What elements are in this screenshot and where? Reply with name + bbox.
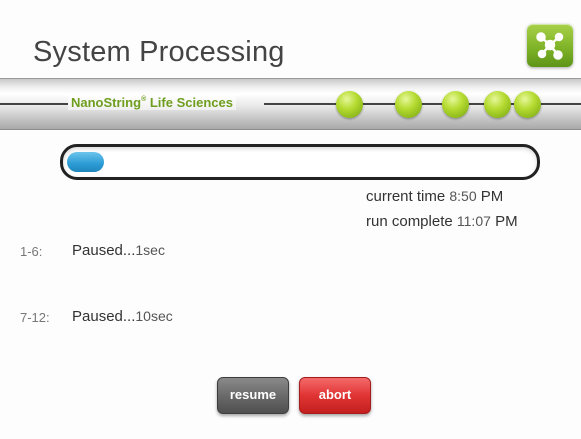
current-time-label: current time [366,188,446,205]
brand-band: NanoString® Life Sciences [0,78,581,130]
lane-status-text: Paused... [72,242,136,259]
step-dot [395,91,422,118]
lane-status-time: 1sec [135,242,165,258]
step-dot [336,91,363,118]
processing-screen: System Processing NanoString® Life Scien… [0,0,581,439]
brand-mark: ® [141,96,147,103]
progress-bar [60,144,540,180]
current-time-value: 8:50 [449,188,477,204]
lane-label: 1-6: [20,244,43,259]
run-complete-value: 11:07 [456,213,491,229]
lane-status: Paused...10sec [72,308,173,325]
brand-logo: NanoString® Life Sciences [68,95,236,110]
progress-fill [67,152,104,172]
current-time-ampm: PM [480,188,504,205]
step-dot [514,91,541,118]
network-nodes-icon[interactable] [527,24,573,67]
lane-status: Paused...1sec [72,242,165,259]
lane-status-text: Paused... [72,308,136,325]
brand-suffix: Life Sciences [146,95,233,110]
step-dot [442,91,469,118]
run-complete-label: run complete [366,213,453,230]
page-title: System Processing [33,36,285,68]
lane-label: 7-12: [20,310,50,325]
brand-name: NanoString [71,95,142,110]
run-complete-ampm: PM [495,213,518,230]
current-time-row: current time 8:50 PM [366,188,503,205]
resume-button[interactable]: resume [217,377,289,414]
run-complete-row: run complete 11:07 PM [366,213,518,230]
band-line-left [0,103,68,105]
lane-status-time: 10sec [135,308,173,324]
step-dot [484,91,511,118]
abort-button[interactable]: abort [299,377,371,414]
